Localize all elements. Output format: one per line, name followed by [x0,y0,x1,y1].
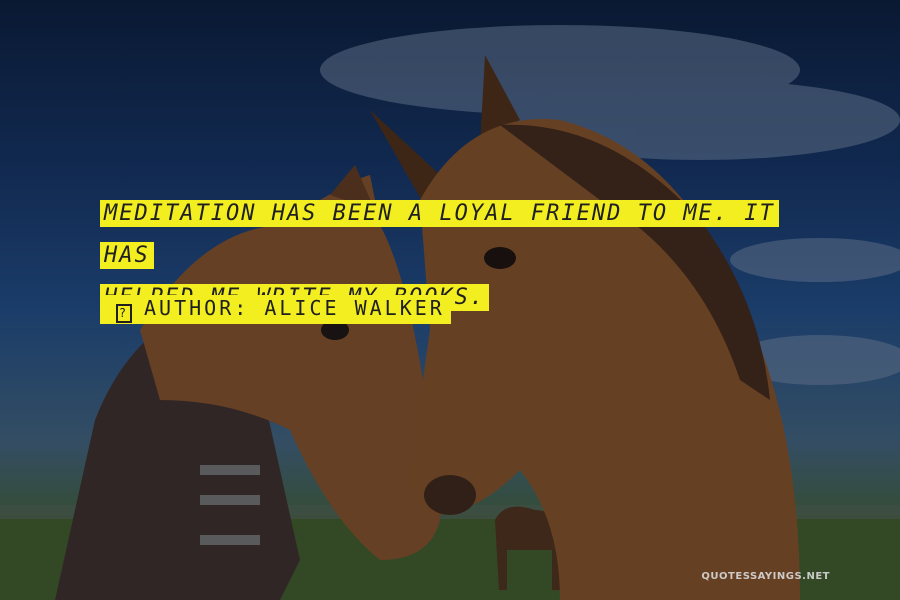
quote-card: MEDITATION HAS BEEN A LOYAL FRIEND TO ME… [0,0,900,600]
author-label: AUTHOR: ALICE WALKER [144,296,445,320]
site-watermark: QUOTESSAYINGS.NET [701,571,830,582]
author-attribution: ? AUTHOR: ALICE WALKER [100,295,451,324]
quote-line-1: MEDITATION HAS BEEN A LOYAL FRIEND TO ME… [100,200,779,269]
missing-glyph-icon: ? [116,304,132,323]
